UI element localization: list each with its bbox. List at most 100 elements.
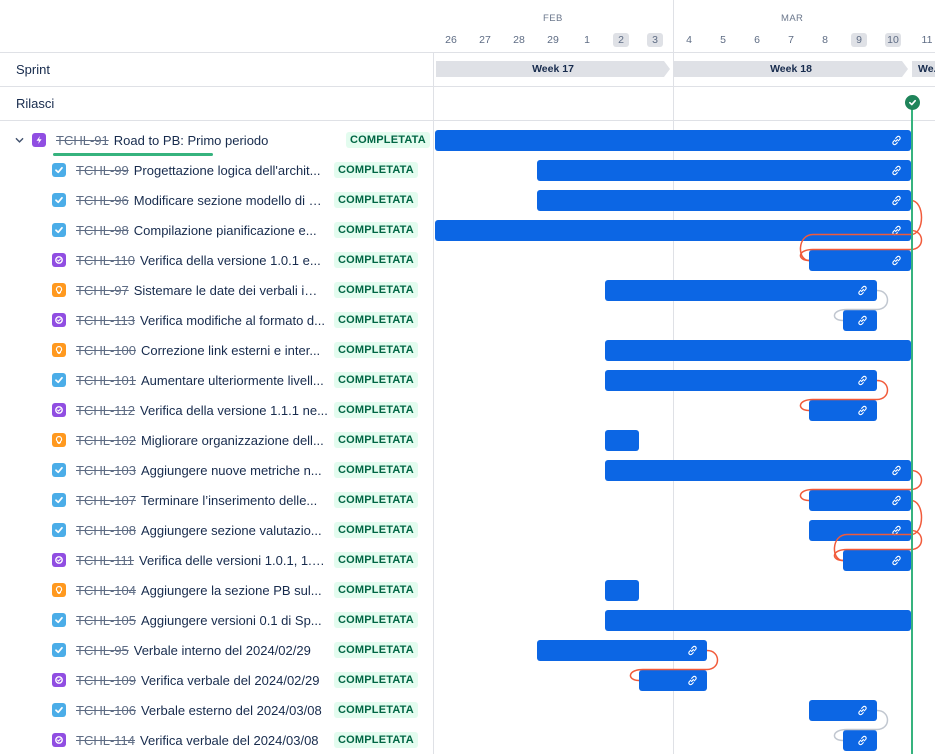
- epic-row[interactable]: TCHL-91 Road to PB: Primo periodo COMPLE…: [0, 125, 434, 155]
- issue-key[interactable]: TCHL-101: [76, 373, 136, 388]
- issue-title[interactable]: Migliorare organizzazione dell...: [141, 433, 331, 448]
- issue-bar-tchl-112[interactable]: [809, 400, 877, 421]
- issue-bar-tchl-97[interactable]: [605, 280, 877, 301]
- epic-bar[interactable]: [435, 130, 911, 151]
- issue-bar-tchl-114[interactable]: [843, 730, 877, 751]
- link-icon[interactable]: [890, 194, 903, 207]
- issue-key[interactable]: TCHL-91: [56, 133, 109, 148]
- issue-row-tchl-103[interactable]: TCHL-103 Aggiungere nuove metriche n... CO…: [0, 455, 434, 485]
- issue-title[interactable]: Verbale esterno del 2024/03/08: [141, 703, 331, 718]
- issue-bar-tchl-113[interactable]: [843, 310, 877, 331]
- issue-bar-tchl-103[interactable]: [605, 460, 911, 481]
- issue-row-tchl-104[interactable]: TCHL-104 Aggiungere la sezione PB sul... C…: [0, 575, 434, 605]
- link-icon[interactable]: [856, 404, 869, 417]
- issue-row-tchl-105[interactable]: TCHL-105 Aggiungere versioni 0.1 di Sp...…: [0, 605, 434, 635]
- issue-row-tchl-112[interactable]: TCHL-112 Verifica della versione 1.1.1 ne…: [0, 395, 434, 425]
- chevron-down-icon[interactable]: [14, 135, 24, 145]
- issue-row-tchl-102[interactable]: TCHL-102 Migliorare organizzazione dell..…: [0, 425, 434, 455]
- issue-title[interactable]: Sistemare le date dei verbali int...: [134, 283, 324, 298]
- issue-title[interactable]: Verifica della versione 1.1.1 ne...: [140, 403, 330, 418]
- link-icon[interactable]: [890, 254, 903, 267]
- issue-bar-tchl-110[interactable]: [809, 250, 911, 271]
- issue-key[interactable]: TCHL-105: [76, 613, 136, 628]
- issue-title[interactable]: Aumentare ulteriormente livell...: [141, 373, 331, 388]
- issue-row-tchl-107[interactable]: TCHL-107 Terminare l’inserimento delle...…: [0, 485, 434, 515]
- issue-key[interactable]: TCHL-110: [76, 253, 135, 268]
- link-icon[interactable]: [890, 164, 903, 177]
- link-icon[interactable]: [890, 464, 903, 477]
- link-icon[interactable]: [856, 704, 869, 717]
- release-check-icon[interactable]: [904, 95, 920, 110]
- issue-title[interactable]: Modificare sezione modello di s...: [134, 193, 324, 208]
- issue-row-tchl-109[interactable]: TCHL-109 Verifica verbale del 2024/02/29 C…: [0, 665, 434, 695]
- sprint-pill[interactable]: We..: [912, 61, 935, 77]
- issue-key[interactable]: TCHL-104: [76, 583, 136, 598]
- link-icon[interactable]: [856, 314, 869, 327]
- issue-key[interactable]: TCHL-98: [76, 223, 129, 238]
- issue-bar-tchl-105[interactable]: [605, 610, 911, 631]
- issue-bar-tchl-102[interactable]: [605, 430, 639, 451]
- issue-row-tchl-106[interactable]: TCHL-106 Verbale esterno del 2024/03/08 CO…: [0, 695, 434, 725]
- link-icon[interactable]: [686, 674, 699, 687]
- link-icon[interactable]: [890, 524, 903, 537]
- issue-title[interactable]: Verifica verbale del 2024/02/29: [141, 673, 331, 688]
- issue-bar-tchl-104[interactable]: [605, 580, 639, 601]
- issue-key[interactable]: TCHL-97: [76, 283, 129, 298]
- issue-title[interactable]: Compilazione pianificazione e...: [134, 223, 324, 238]
- issue-title[interactable]: Verifica verbale del 2024/03/08: [140, 733, 330, 748]
- issue-bar-tchl-111[interactable]: [843, 550, 911, 571]
- link-icon[interactable]: [856, 734, 869, 747]
- issue-title[interactable]: Aggiungere versioni 0.1 di Sp...: [141, 613, 331, 628]
- issue-key[interactable]: TCHL-111: [76, 553, 134, 568]
- link-icon[interactable]: [856, 284, 869, 297]
- link-icon[interactable]: [890, 554, 903, 567]
- issue-row-tchl-111[interactable]: TCHL-111 Verifica delle versioni 1.0.1, 1…: [0, 545, 434, 575]
- issue-title[interactable]: Verifica delle versioni 1.0.1, 1.0...: [139, 553, 329, 568]
- issue-bar-tchl-107[interactable]: [809, 490, 911, 511]
- link-icon[interactable]: [890, 224, 903, 237]
- issue-title[interactable]: Progettazione logica dell'archit...: [134, 163, 324, 178]
- issue-title[interactable]: Aggiungere sezione valutazio...: [141, 523, 331, 538]
- issue-row-tchl-97[interactable]: TCHL-97 Sistemare le date dei verbali int…: [0, 275, 434, 305]
- issue-key[interactable]: TCHL-112: [76, 403, 135, 418]
- issue-row-tchl-95[interactable]: TCHL-95 Verbale interno del 2024/02/29 COM…: [0, 635, 434, 665]
- issue-bar-tchl-106[interactable]: [809, 700, 877, 721]
- issue-row-tchl-113[interactable]: TCHL-113 Verifica modifiche al formato d.…: [0, 305, 434, 335]
- issue-title[interactable]: Correzione link esterni e inter...: [141, 343, 331, 358]
- issue-row-tchl-99[interactable]: TCHL-99 Progettazione logica dell'archit.…: [0, 155, 434, 185]
- issue-key[interactable]: TCHL-95: [76, 643, 129, 658]
- issue-key[interactable]: TCHL-113: [76, 313, 135, 328]
- issue-key[interactable]: TCHL-109: [76, 673, 136, 688]
- issue-key[interactable]: TCHL-114: [76, 733, 135, 748]
- issue-title[interactable]: Verbale interno del 2024/02/29: [134, 643, 324, 658]
- link-icon[interactable]: [890, 494, 903, 507]
- issue-key[interactable]: TCHL-102: [76, 433, 136, 448]
- issue-bar-tchl-109[interactable]: [639, 670, 707, 691]
- issue-key[interactable]: TCHL-99: [76, 163, 129, 178]
- issue-row-tchl-100[interactable]: TCHL-100 Correzione link esterni e inter.…: [0, 335, 434, 365]
- issue-title[interactable]: Verifica modifiche al formato d...: [140, 313, 330, 328]
- link-icon[interactable]: [890, 134, 903, 147]
- issue-bar-tchl-99[interactable]: [537, 160, 911, 181]
- sprint-pill[interactable]: Week 17: [436, 61, 670, 77]
- issue-bar-tchl-95[interactable]: [537, 640, 707, 661]
- issue-key[interactable]: TCHL-108: [76, 523, 136, 538]
- issue-bar-tchl-98[interactable]: [435, 220, 911, 241]
- issue-row-tchl-98[interactable]: TCHL-98 Compilazione pianificazione e... C…: [0, 215, 434, 245]
- issue-row-tchl-110[interactable]: TCHL-110 Verifica della versione 1.0.1 e.…: [0, 245, 434, 275]
- issue-bar-tchl-101[interactable]: [605, 370, 877, 391]
- link-icon[interactable]: [856, 374, 869, 387]
- sprint-pill[interactable]: Week 18: [674, 61, 908, 77]
- issue-row-tchl-114[interactable]: TCHL-114 Verifica verbale del 2024/03/08 C…: [0, 725, 434, 754]
- issue-title[interactable]: Aggiungere la sezione PB sul...: [141, 583, 331, 598]
- issue-row-tchl-101[interactable]: TCHL-101 Aumentare ulteriormente livell..…: [0, 365, 434, 395]
- issue-key[interactable]: TCHL-100: [76, 343, 136, 358]
- issue-key[interactable]: TCHL-96: [76, 193, 129, 208]
- issue-title[interactable]: Road to PB: Primo periodo: [114, 133, 269, 148]
- issue-bar-tchl-100[interactable]: [605, 340, 911, 361]
- issue-row-tchl-96[interactable]: TCHL-96 Modificare sezione modello di s..…: [0, 185, 434, 215]
- issue-bar-tchl-96[interactable]: [537, 190, 911, 211]
- issue-row-tchl-108[interactable]: TCHL-108 Aggiungere sezione valutazio... C…: [0, 515, 434, 545]
- issue-key[interactable]: TCHL-103: [76, 463, 136, 478]
- issue-key[interactable]: TCHL-106: [76, 703, 136, 718]
